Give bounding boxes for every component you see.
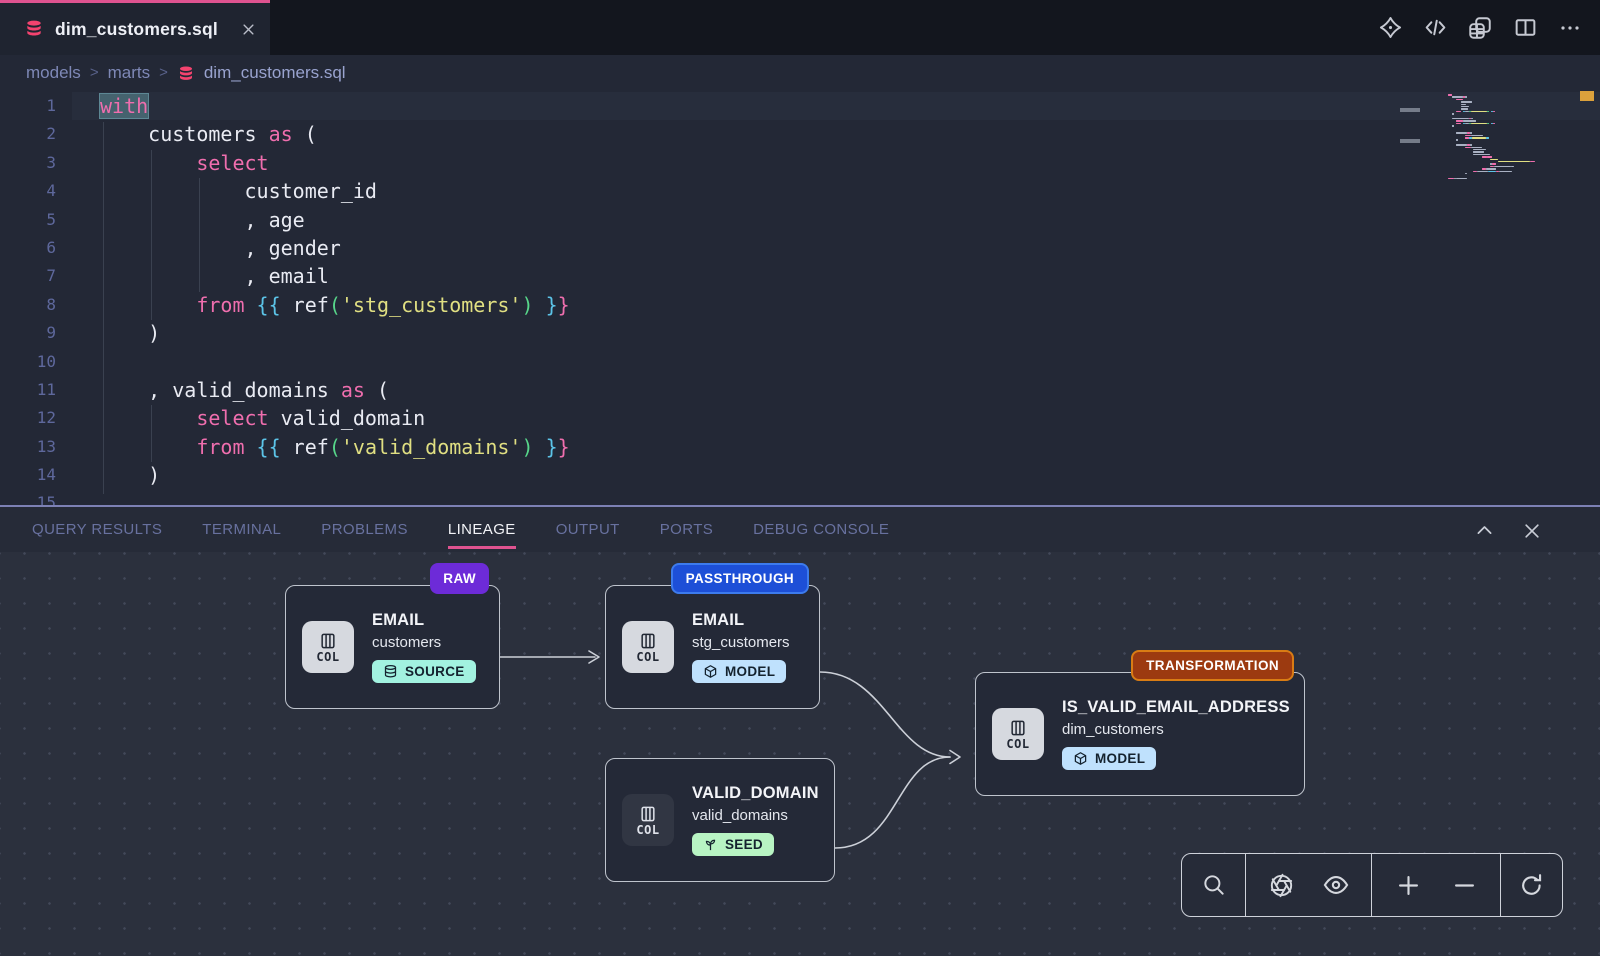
dbt-logo-icon[interactable] [1376,14,1404,42]
lineage-node-customers[interactable]: RAW COL EMAIL customers SOURCE [285,585,500,709]
editor-tab-bar: dim_customers.sql [0,0,1600,55]
aperture-icon[interactable] [1261,865,1301,905]
chip-label: MODEL [725,664,775,679]
lineage-canvas[interactable]: RAW COL EMAIL customers SOURCE PAS [0,552,1600,956]
split-editor-icon[interactable] [1511,14,1539,42]
tab-close-icon[interactable] [241,22,256,37]
tab-dim-customers[interactable]: dim_customers.sql [0,0,270,55]
chip-label: SOURCE [405,664,465,679]
overview-ruler-dash [1400,139,1420,143]
columns-icon [638,631,658,651]
indent-guide [151,405,152,462]
search-icon[interactable] [1194,865,1234,905]
minimap[interactable] [1448,94,1573,180]
column-tile: COL [992,708,1044,760]
toolbar-group-search [1182,854,1246,916]
breadcrumb: models > marts > dim_customers.sql [0,55,1600,90]
column-tile: COL [302,621,354,673]
col-label: COL [316,650,339,664]
chevron-right-icon: > [90,64,99,81]
database-icon [24,19,44,39]
columns-icon [318,631,338,651]
chevron-up-icon[interactable] [1470,517,1498,545]
node-title: EMAIL [372,611,476,630]
lineage-node-valid-domains[interactable]: COL VALID_DOMAIN valid_domains SEED [605,758,835,882]
node-subtitle: valid_domains [692,807,819,824]
source-chip[interactable]: SOURCE [372,660,476,683]
toolbar-group-zoom [1372,854,1501,916]
breadcrumb-file[interactable]: dim_customers.sql [204,63,346,83]
close-icon[interactable] [1518,517,1546,545]
refresh-icon[interactable] [1512,865,1552,905]
lineage-node-stg-customers[interactable]: PASSTHROUGH COL EMAIL stg_customers MODE… [605,585,820,709]
tab-label: dim_customers.sql [55,19,218,40]
node-subtitle: stg_customers [692,634,790,651]
toolbar-group-view [1246,854,1372,916]
chip-label: SEED [725,837,763,852]
indent-guide [151,150,152,320]
cube-icon [1073,751,1088,766]
badge-raw: RAW [430,563,489,594]
columns-icon [638,804,658,824]
column-tile: COL [622,794,674,846]
model-chip[interactable]: MODEL [692,660,786,683]
breadcrumb-models[interactable]: models [26,63,81,83]
ide-window: dim_customers.sql [0,0,1600,956]
zoom-out-icon[interactable] [1444,865,1484,905]
bottom-panel-tab-bar: QUERY RESULTS TERMINAL PROBLEMS LINEAGE … [0,505,1600,552]
badge-transformation: TRANSFORMATION [1131,650,1294,681]
more-actions-icon[interactable] [1556,14,1584,42]
tab-problems[interactable]: PROBLEMS [321,521,408,538]
database-icon [383,664,398,679]
node-subtitle: customers [372,634,476,651]
node-subtitle: dim_customers [1062,721,1290,738]
model-chip[interactable]: MODEL [1062,747,1156,770]
cube-icon [703,664,718,679]
code-editor[interactable]: 123456789101112131415 with customers as … [0,90,1600,505]
badge-passthrough: PASSTHROUGH [671,563,809,594]
sprout-icon [703,837,718,852]
node-title: EMAIL [692,611,790,630]
gutter: 123456789101112131415 [0,92,72,505]
tab-terminal[interactable]: TERMINAL [202,521,281,538]
col-label: COL [636,823,659,837]
node-title: IS_VALID_EMAIL_ADDRESS [1062,698,1290,717]
editor-actions [1376,0,1584,55]
seed-chip[interactable]: SEED [692,833,774,856]
columns-icon [1008,718,1028,738]
copy-table-icon[interactable] [1466,14,1494,42]
tab-query-results[interactable]: QUERY RESULTS [32,521,162,538]
eye-icon[interactable] [1316,865,1356,905]
node-title: VALID_DOMAIN [692,784,819,803]
overview-ruler-dash [1400,108,1420,112]
indent-guide [199,178,200,292]
code-view-icon[interactable] [1421,14,1449,42]
tab-lineage[interactable]: LINEAGE [448,521,516,538]
col-label: COL [1006,737,1029,751]
lineage-toolbar [1181,853,1563,917]
code-lines: with customers as ( select customer_id ,… [72,92,1600,505]
tab-debug-console[interactable]: DEBUG CONSOLE [753,521,889,538]
chip-label: MODEL [1095,751,1145,766]
database-icon [177,63,195,83]
zoom-in-icon[interactable] [1388,865,1428,905]
column-tile: COL [622,621,674,673]
chevron-right-icon: > [159,64,168,81]
lineage-node-dim-customers[interactable]: TRANSFORMATION COL IS_VALID_EMAIL_ADDRES… [975,672,1305,796]
panel-actions [1470,507,1546,554]
tab-output[interactable]: OUTPUT [556,521,620,538]
tab-ports[interactable]: PORTS [660,521,713,538]
indent-guide [103,122,104,494]
breadcrumb-marts[interactable]: marts [108,63,151,83]
toolbar-group-refresh [1501,854,1562,916]
col-label: COL [636,650,659,664]
overview-ruler-marker [1580,91,1594,101]
